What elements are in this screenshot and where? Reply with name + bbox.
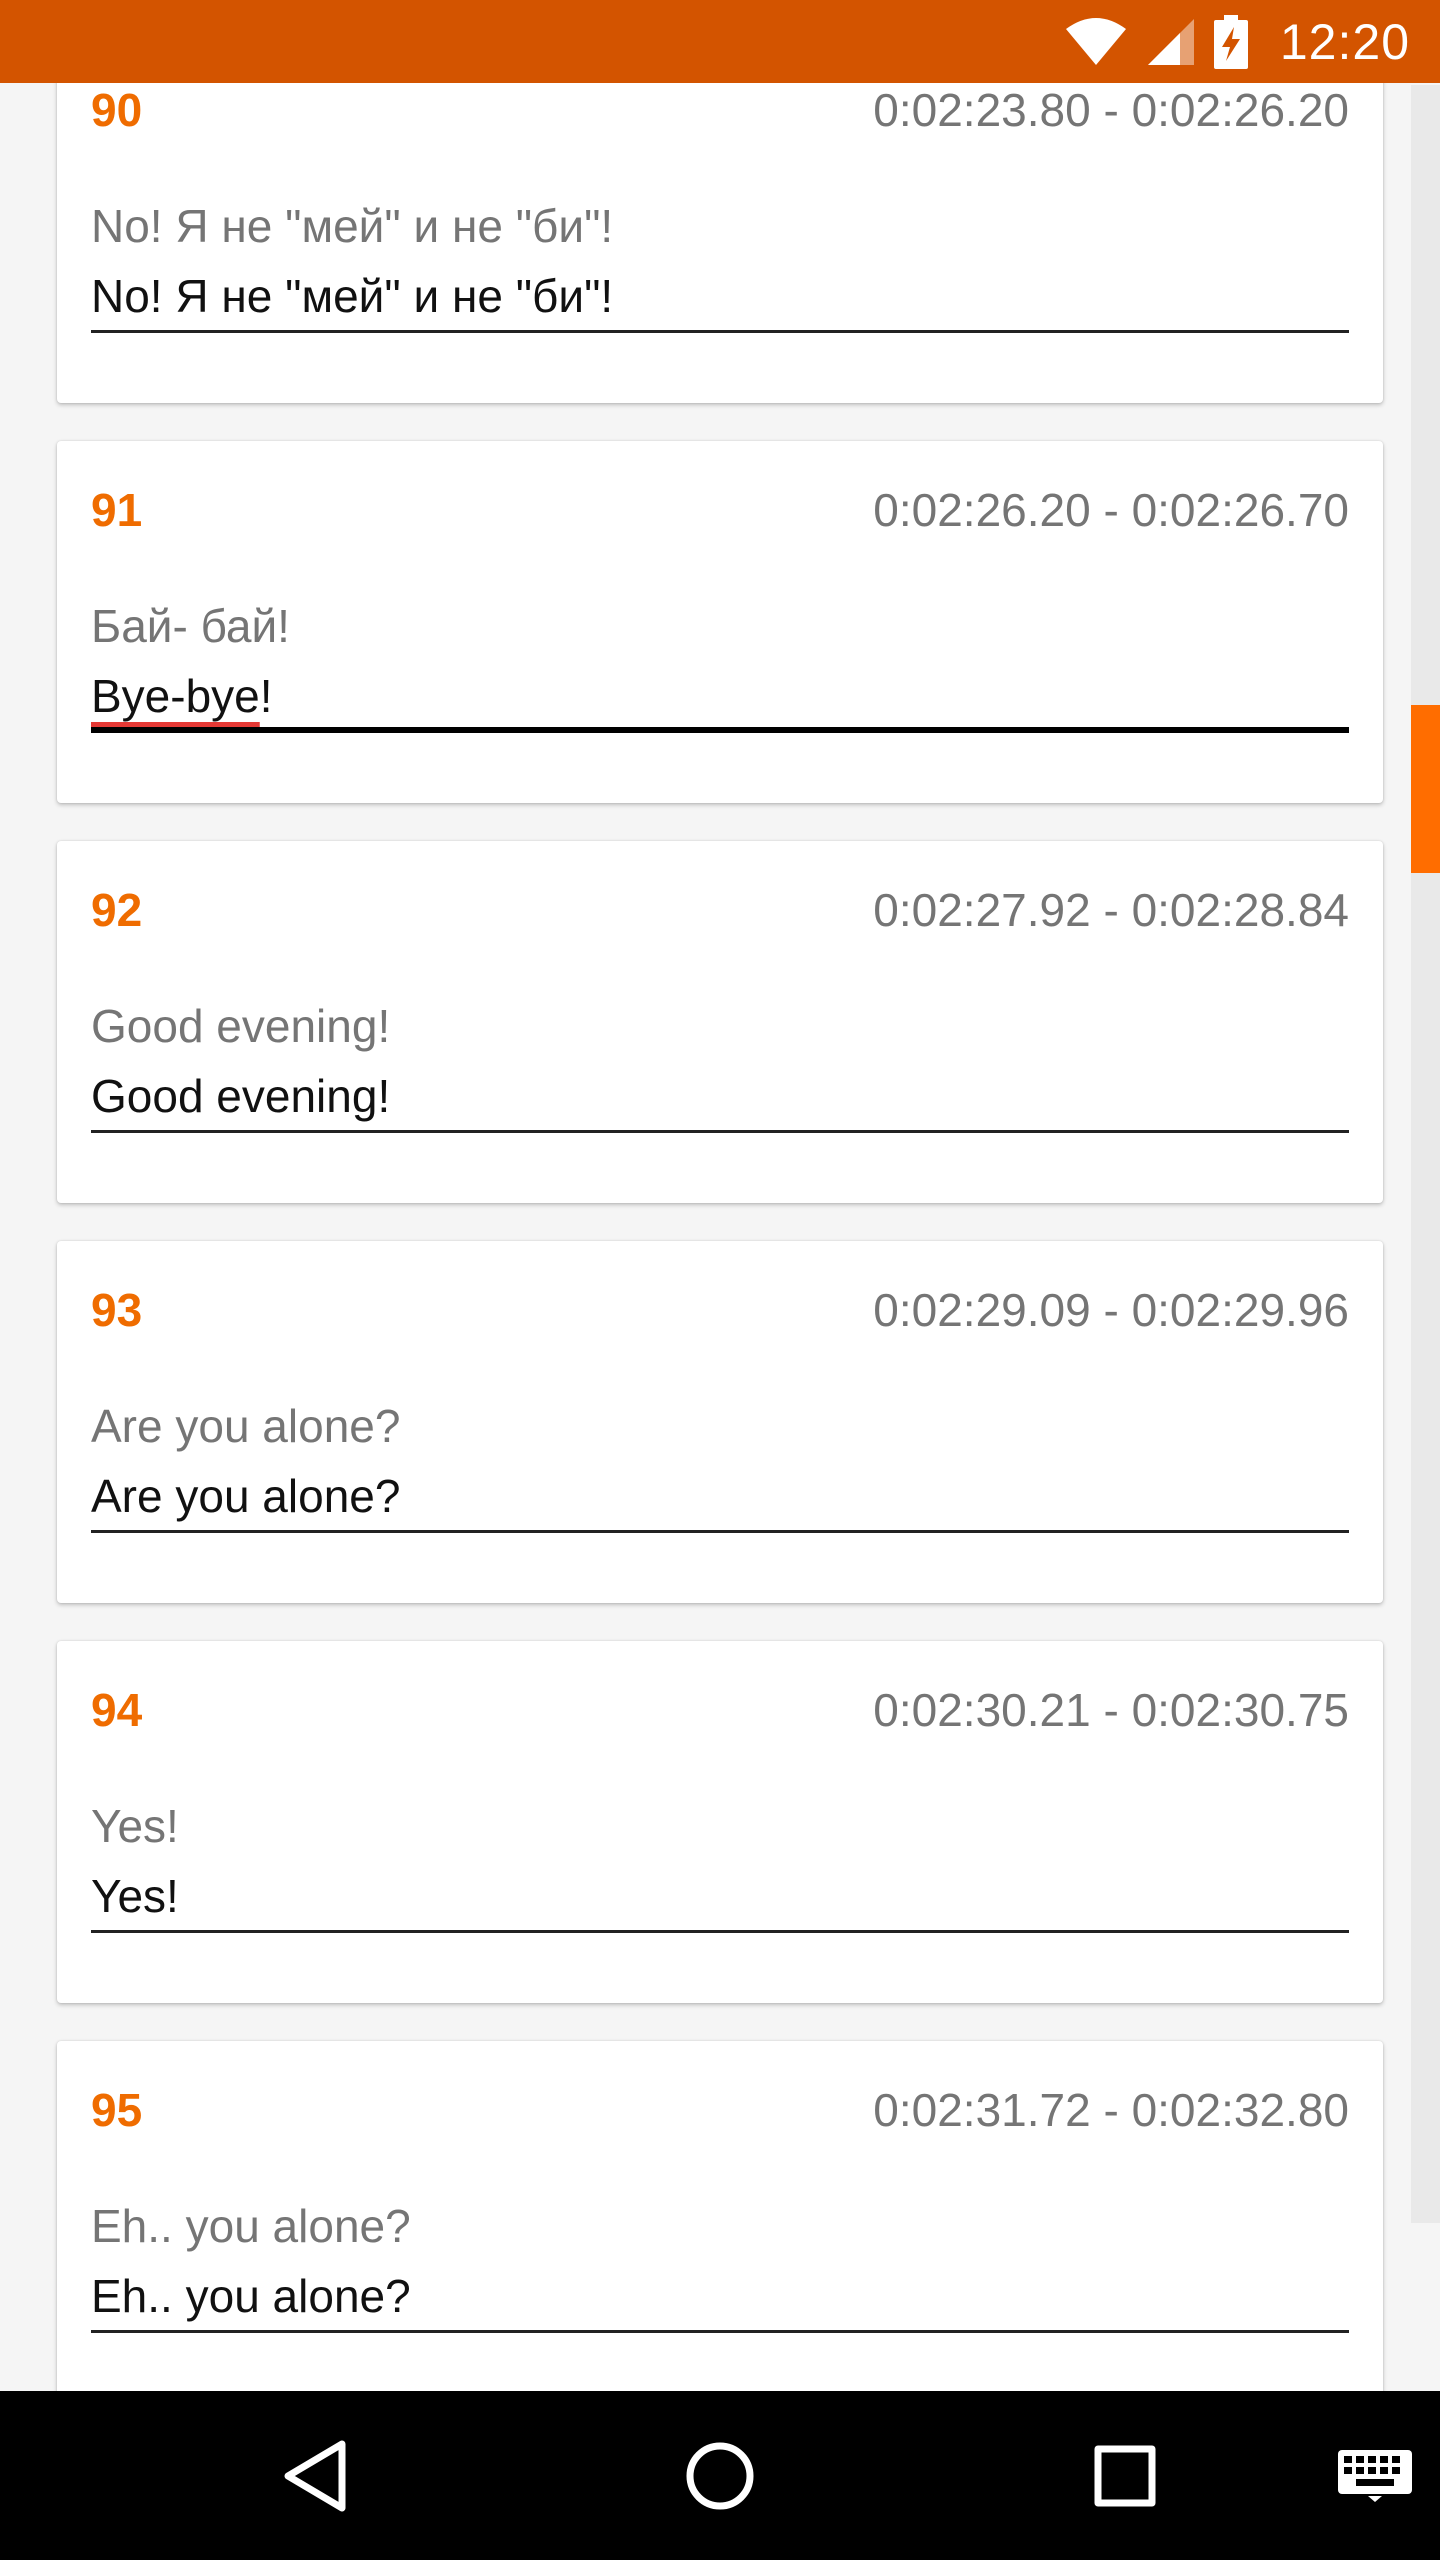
subtitle-original-text: Eh.. you alone? [91, 2200, 411, 2252]
clock: 12:20 [1279, 13, 1410, 70]
edit-text-rest: ! [259, 670, 273, 722]
subtitle-number: 90 [91, 84, 143, 136]
subtitle-original-text: Are you alone? [91, 1400, 401, 1452]
subtitle-time-range[interactable]: 0:02:27.92 - 0:02:28.84 [873, 883, 1349, 937]
subtitle-original-text: Yes! [91, 1800, 179, 1852]
subtitle-time-range[interactable]: 0:02:31.72 - 0:02:32.80 [873, 2083, 1349, 2137]
navigation-bar [0, 2391, 1440, 2560]
subtitle-number: 92 [91, 884, 143, 936]
subtitle-edit-field[interactable]: Good evening! [91, 1069, 1349, 1133]
keyboard-icon [1338, 2450, 1412, 2502]
subtitle-time-range[interactable]: 0:02:23.80 - 0:02:26.20 [873, 83, 1349, 137]
subtitle-card[interactable]: 91 0:02:26.20 - 0:02:26.70 Бай- бай! Bye… [57, 441, 1383, 803]
subtitle-edit-field[interactable]: Yes! [91, 1869, 1349, 1933]
subtitle-card[interactable]: 92 0:02:27.92 - 0:02:28.84 Good evening!… [57, 841, 1383, 1203]
subtitle-number: 94 [91, 1684, 143, 1736]
subtitle-original-text: Бай- бай! [91, 600, 290, 652]
subtitle-edit-field[interactable]: No! Я не "мей" и не "би"! [91, 269, 1349, 333]
back-icon [284, 2440, 346, 2512]
scrollbar-track[interactable] [1411, 85, 1440, 2223]
status-bar: 12:20 [0, 0, 1440, 83]
wifi-icon [1065, 17, 1126, 65]
subtitle-original-text: No! Я не "мей" и не "би"! [91, 200, 614, 252]
subtitle-edit-field-focused[interactable]: Bye-bye! [91, 669, 1349, 733]
status-icons: 12:20 [1064, 13, 1410, 71]
subtitle-card[interactable]: 94 0:02:30.21 - 0:02:30.75 Yes! Yes! [57, 1641, 1383, 2003]
keyboard-switch-button[interactable] [1325, 2431, 1425, 2521]
battery-charging-icon [1213, 14, 1248, 69]
subtitle-edit-field[interactable]: Eh.. you alone? [91, 2269, 1349, 2333]
home-button[interactable] [675, 2431, 765, 2521]
subtitle-card[interactable]: 95 0:02:31.72 - 0:02:32.80 Eh.. you alon… [57, 2041, 1383, 2391]
recents-icon [1094, 2445, 1156, 2507]
subtitle-original-text: Good evening! [91, 1000, 391, 1052]
recents-button[interactable] [1080, 2431, 1170, 2521]
subtitle-number: 91 [91, 484, 143, 536]
subtitle-card[interactable]: 90 0:02:23.80 - 0:02:26.20 No! Я не "мей… [57, 83, 1383, 403]
subtitle-time-range[interactable]: 0:02:26.20 - 0:02:26.70 [873, 483, 1349, 537]
subtitle-time-range[interactable]: 0:02:30.21 - 0:02:30.75 [873, 1683, 1349, 1737]
subtitle-number: 93 [91, 1284, 143, 1336]
misspelled-word[interactable]: Bye-bye [91, 670, 260, 722]
subtitle-number: 95 [91, 2084, 143, 2136]
back-button[interactable] [270, 2431, 360, 2521]
scrollbar-thumb[interactable] [1411, 705, 1440, 873]
subtitle-list[interactable]: 90 0:02:23.80 - 0:02:26.20 No! Я не "мей… [0, 83, 1440, 2391]
subtitle-card[interactable]: 93 0:02:29.09 - 0:02:29.96 Are you alone… [57, 1241, 1383, 1603]
subtitle-time-range[interactable]: 0:02:29.09 - 0:02:29.96 [873, 1283, 1349, 1337]
subtitle-edit-field[interactable]: Are you alone? [91, 1469, 1349, 1533]
home-icon [686, 2442, 754, 2510]
cell-signal-icon [1147, 18, 1194, 65]
